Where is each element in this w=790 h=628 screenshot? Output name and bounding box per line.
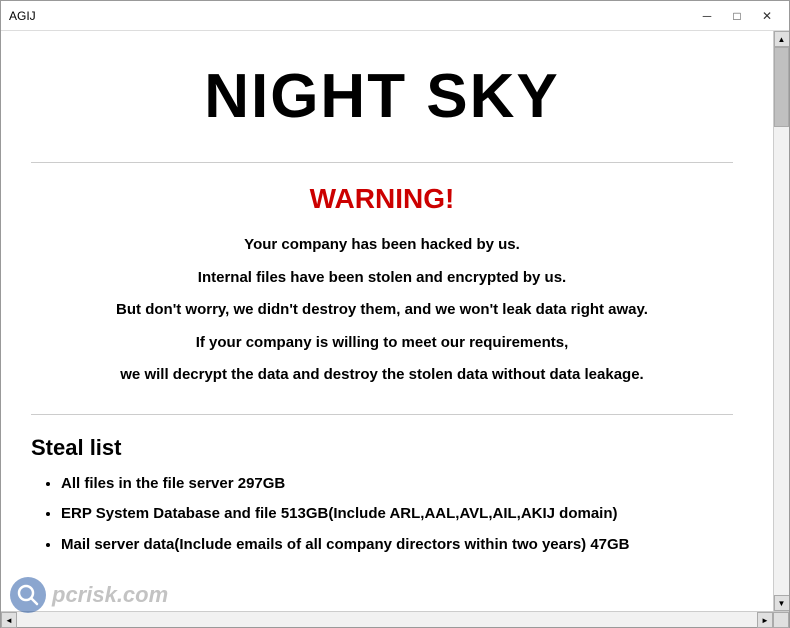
maximize-button[interactable]: □ — [723, 6, 751, 26]
warning-line-1: Your company has been hacked by us. — [31, 231, 733, 260]
vertical-scrollbar[interactable]: ▲ ▼ — [773, 31, 789, 611]
divider-2 — [31, 414, 733, 415]
scroll-down-arrow[interactable]: ▼ — [774, 595, 790, 611]
steal-list-item-3: Mail server data(Include emails of all c… — [61, 534, 733, 557]
close-button[interactable]: ✕ — [753, 6, 781, 26]
window-title: AGIJ — [9, 9, 36, 23]
divider-1 — [31, 162, 733, 163]
warning-line-5: we will decrypt the data and destroy the… — [31, 361, 733, 390]
warning-line-2: Internal files have been stolen and encr… — [31, 264, 733, 293]
steal-list-section: Steal list All files in the file server … — [31, 435, 733, 557]
content-area[interactable]: NIGHT SKY WARNING! Your company has been… — [1, 31, 773, 611]
main-window: AGIJ ─ □ ✕ NIGHT SKY WARNING! Your compa… — [0, 0, 790, 628]
window-body: NIGHT SKY WARNING! Your company has been… — [1, 31, 789, 611]
steal-list-title: Steal list — [31, 435, 733, 461]
steal-list-item-2: ERP System Database and file 513GB(Inclu… — [61, 503, 733, 526]
titlebar: AGIJ ─ □ ✕ — [1, 1, 789, 31]
scroll-corner — [773, 612, 789, 628]
bottom-bar: ◄ ► — [1, 611, 789, 627]
scroll-right-arrow[interactable]: ► — [757, 612, 773, 628]
warning-heading: WARNING! — [31, 183, 733, 215]
warning-line-3: But don't worry, we didn't destroy them,… — [31, 296, 733, 325]
page-title: NIGHT SKY — [31, 51, 733, 152]
warning-line-4: If your company is willing to meet our r… — [31, 329, 733, 358]
steal-list-item-1: All files in the file server 297GB — [61, 473, 733, 496]
scroll-track[interactable] — [774, 47, 789, 595]
hscroll-track[interactable] — [17, 612, 757, 627]
steal-list: All files in the file server 297GB ERP S… — [31, 473, 733, 557]
minimize-button[interactable]: ─ — [693, 6, 721, 26]
scroll-thumb[interactable] — [774, 47, 789, 127]
window-controls: ─ □ ✕ — [693, 6, 781, 26]
scroll-up-arrow[interactable]: ▲ — [774, 31, 790, 47]
warning-text: Your company has been hacked by us. Inte… — [31, 231, 733, 390]
scroll-left-arrow[interactable]: ◄ — [1, 612, 17, 628]
